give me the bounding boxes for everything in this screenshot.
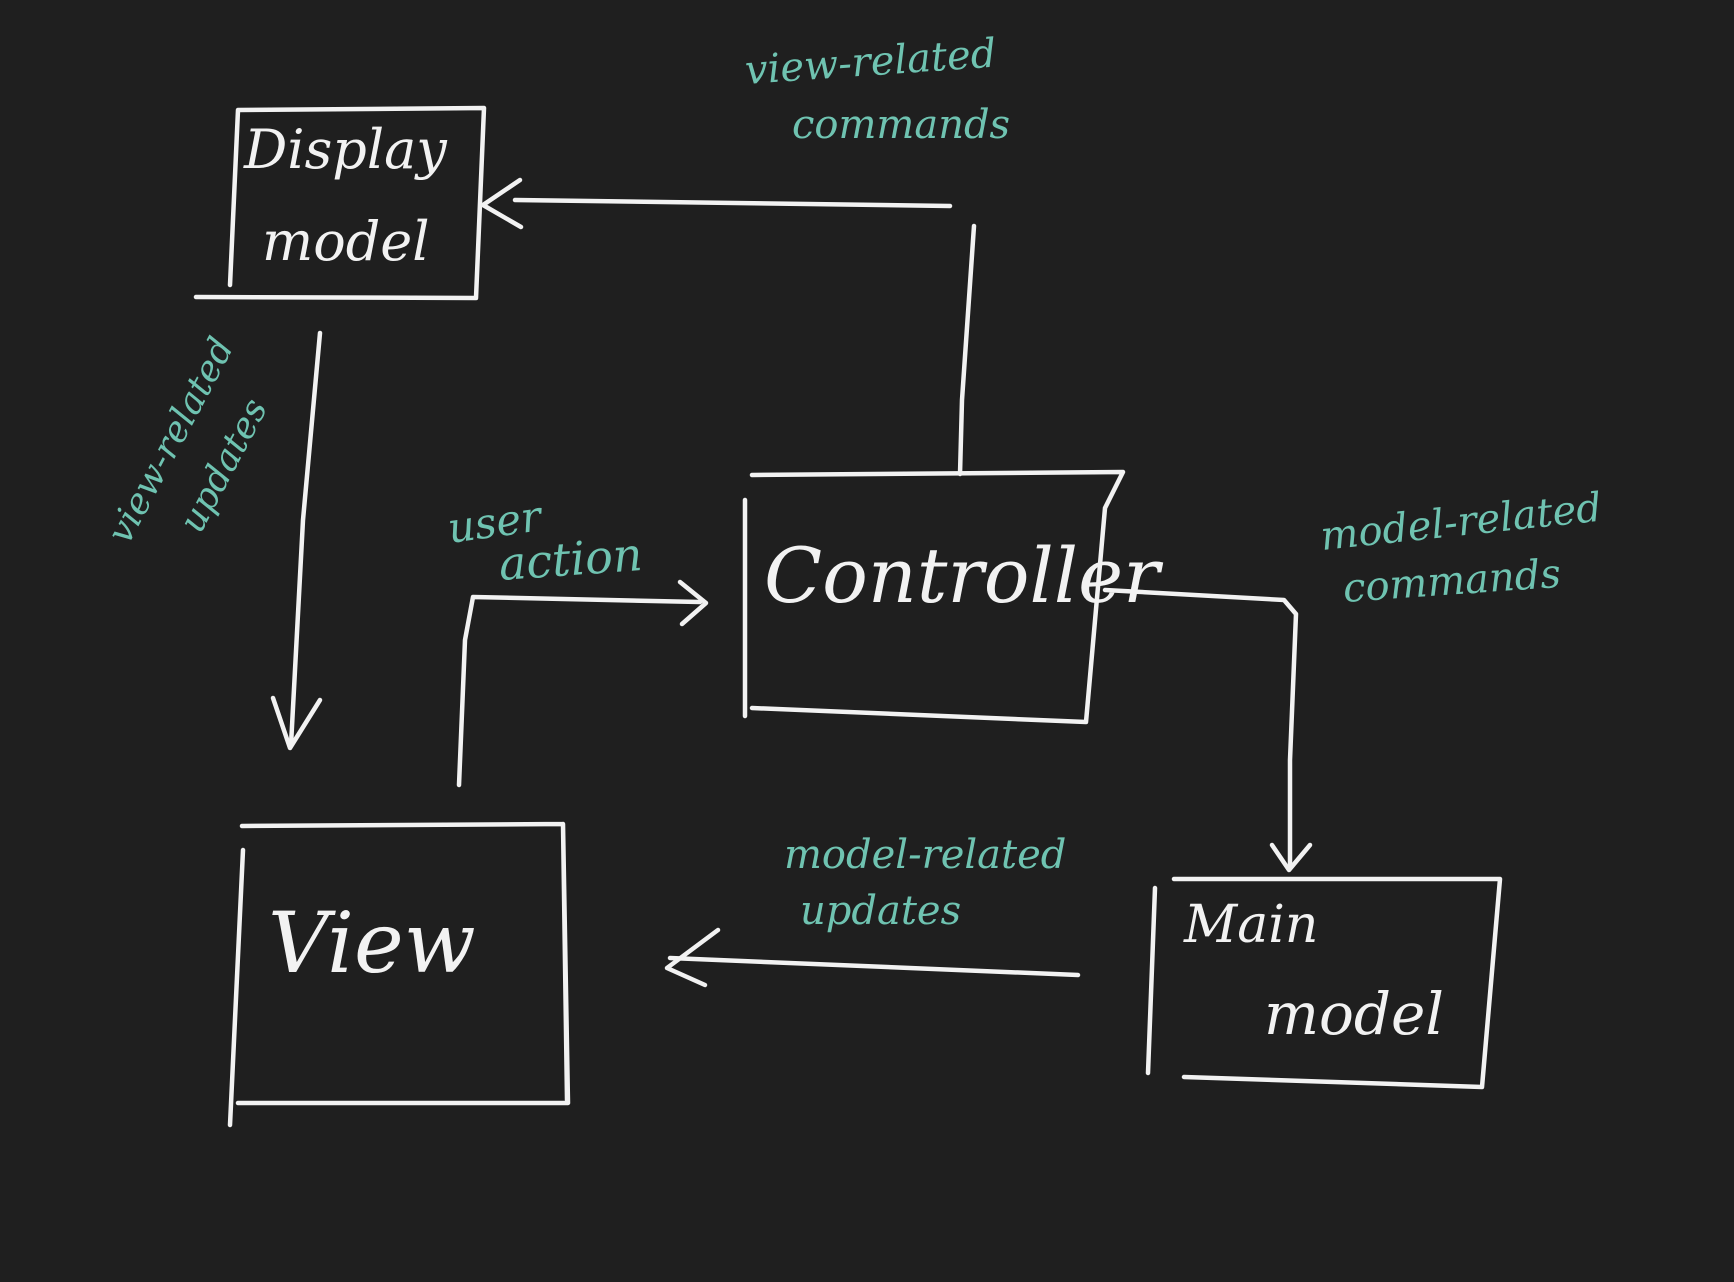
view-label: View [268, 894, 476, 992]
main-model-label-line2: model [1264, 980, 1444, 1048]
background [0, 0, 1734, 1282]
view-commands-note-line2: commands [792, 102, 1010, 148]
model-updates-note-line1: model-related [784, 832, 1066, 878]
main-model-label-line1: Main [1183, 895, 1318, 955]
display-model-label-line1: Display [243, 118, 448, 181]
controller-label: Controller [764, 531, 1164, 620]
model-updates-note-line2: updates [800, 888, 961, 934]
user-action-note-line2: action [497, 527, 644, 591]
diagram-canvas: Display model Controller View Main model [0, 0, 1734, 1282]
display-model-label-line2: model [262, 210, 430, 273]
